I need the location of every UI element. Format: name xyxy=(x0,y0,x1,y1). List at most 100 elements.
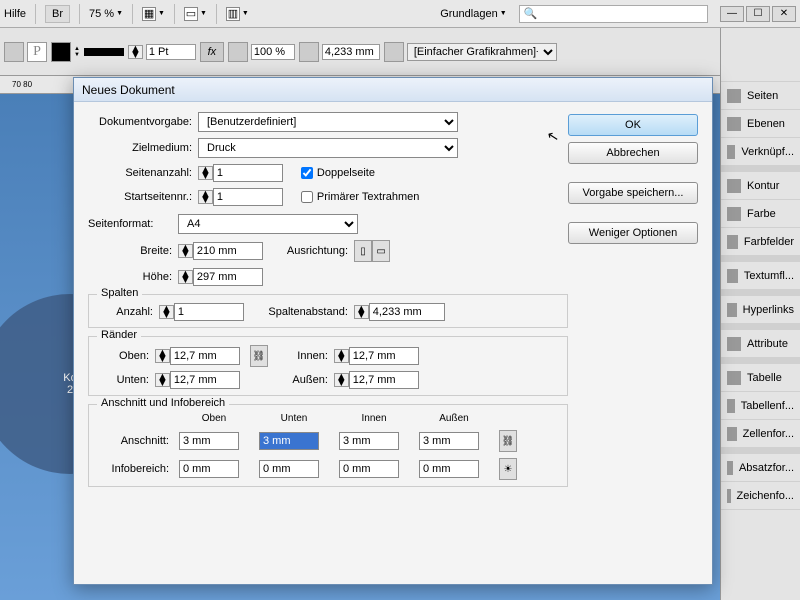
panel-verknuepf[interactable]: Verknüpf... xyxy=(721,138,800,166)
label-bleed-row: Anschnitt: xyxy=(99,435,169,447)
object-style-select[interactable]: [Einfacher Grafikrahmen]+ xyxy=(407,43,557,61)
width-spinner[interactable]: ▲▼ xyxy=(178,244,193,258)
search-input[interactable] xyxy=(537,7,703,21)
window-minimize[interactable]: — xyxy=(720,6,744,22)
label-start: Startseitennr.: xyxy=(88,191,198,203)
height-spinner[interactable]: ▲▼ xyxy=(178,270,193,284)
master-text-frame-checkbox[interactable] xyxy=(301,191,313,203)
bleed-top[interactable] xyxy=(179,432,239,450)
panel-hyperlinks[interactable]: Hyperlinks xyxy=(721,296,800,324)
gutter-input[interactable] xyxy=(369,303,445,321)
hdr-bottom: Unten xyxy=(259,413,329,424)
label-pages: Seitenanzahl: xyxy=(88,167,198,179)
label-width: Breite: xyxy=(128,245,178,257)
type-tool-icon[interactable]: P xyxy=(27,42,47,62)
count-spinner[interactable]: ▲▼ xyxy=(159,305,174,319)
view-options-1[interactable]: ▦▼ xyxy=(142,7,165,21)
table-icon xyxy=(727,371,741,385)
window-maximize[interactable]: ☐ xyxy=(746,6,770,22)
help-search[interactable]: 🔍 xyxy=(519,5,708,23)
measure-input[interactable] xyxy=(322,44,380,60)
panel-zeichenformate[interactable]: Zeichenfo... xyxy=(721,482,800,510)
bridge-button[interactable]: Br xyxy=(45,5,70,23)
width-input[interactable] xyxy=(193,242,263,260)
panel-farbfelder[interactable]: Farbfelder xyxy=(721,228,800,256)
panel-absatzformate[interactable]: Absatzfor... xyxy=(721,454,800,482)
panel-tabelle[interactable]: Tabelle xyxy=(721,364,800,392)
label-count: Anzahl: xyxy=(99,306,159,318)
page-size-select[interactable]: A4 xyxy=(178,214,358,234)
links-icon xyxy=(727,145,735,159)
bleed-inside[interactable] xyxy=(339,432,399,450)
swatches-icon xyxy=(727,235,738,249)
cell-styles-icon xyxy=(727,427,737,441)
textwrap-icon xyxy=(727,269,738,283)
slug-outside[interactable] xyxy=(419,460,479,478)
stroke-icon xyxy=(727,179,741,193)
panel-attribute[interactable]: Attribute xyxy=(721,330,800,358)
save-preset-button[interactable]: Vorgabe speichern... xyxy=(568,182,698,204)
slug-top[interactable] xyxy=(179,460,239,478)
help-menu[interactable]: Hilfe xyxy=(4,8,26,20)
stroke-style[interactable] xyxy=(84,48,124,56)
frame-icon[interactable] xyxy=(384,42,404,62)
stroke-weight[interactable] xyxy=(146,44,196,60)
dialog-title: Neues Dokument xyxy=(74,78,712,102)
bleed-link-icon[interactable]: ⛓ xyxy=(499,430,517,452)
label-inside: Innen: xyxy=(278,350,334,362)
margin-bottom-input[interactable] xyxy=(170,371,240,389)
label-orient: Ausrichtung: xyxy=(287,245,348,257)
panel-tabellenformate[interactable]: Tabellenf... xyxy=(721,392,800,420)
arrange-docs[interactable]: ▥▼ xyxy=(226,7,249,21)
label-outside: Außen: xyxy=(278,374,334,386)
bleed-bottom[interactable] xyxy=(259,432,319,450)
workspace-dropdown[interactable]: Grundlagen▼ xyxy=(440,8,506,20)
panel-zellenformate[interactable]: Zellenfor... xyxy=(721,420,800,448)
fx-icon[interactable]: fx xyxy=(200,42,224,62)
label-top: Oben: xyxy=(99,350,155,362)
fill-swatch[interactable] xyxy=(51,42,71,62)
orient-landscape[interactable]: ▭ xyxy=(372,240,390,262)
ok-button[interactable]: OK xyxy=(568,114,698,136)
mbot-spin[interactable]: ▲▼ xyxy=(155,373,170,387)
margin-outside-input[interactable] xyxy=(349,371,419,389)
percent-input[interactable] xyxy=(251,44,295,60)
start-input[interactable] xyxy=(213,188,283,206)
screen-mode[interactable]: ▭▼ xyxy=(184,7,207,21)
slug-bottom[interactable] xyxy=(259,460,319,478)
orient-portrait[interactable]: ▯ xyxy=(354,240,372,262)
bleed-outside[interactable] xyxy=(419,432,479,450)
cancel-button[interactable]: Abbrechen xyxy=(568,142,698,164)
window-close[interactable]: ✕ xyxy=(772,6,796,22)
intent-select[interactable]: Druck xyxy=(198,138,458,158)
slug-link-icon[interactable]: ☀ xyxy=(499,458,517,480)
measure-icon[interactable] xyxy=(299,42,319,62)
facing-pages-checkbox[interactable] xyxy=(301,167,313,179)
start-spinner[interactable]: ▲▼ xyxy=(198,190,213,204)
pages-input[interactable] xyxy=(213,164,283,182)
min-spin[interactable]: ▲▼ xyxy=(334,349,349,363)
panel-farbe[interactable]: Farbe xyxy=(721,200,800,228)
slug-inside[interactable] xyxy=(339,460,399,478)
gutter-spinner[interactable]: ▲▼ xyxy=(354,305,369,319)
margins-link-icon[interactable]: ⛓ xyxy=(250,345,268,367)
align-icon[interactable] xyxy=(228,42,248,62)
zoom-dropdown[interactable]: 75 %▼ xyxy=(89,8,123,20)
legend-margins: Ränder xyxy=(97,329,141,341)
panel-textumfluss[interactable]: Textumfl... xyxy=(721,262,800,290)
panel-kontur[interactable]: Kontur xyxy=(721,172,800,200)
columns-input[interactable] xyxy=(174,303,244,321)
height-input[interactable] xyxy=(193,268,263,286)
margin-top-input[interactable] xyxy=(170,347,240,365)
fewer-options-button[interactable]: Weniger Optionen xyxy=(568,222,698,244)
mtop-spin[interactable]: ▲▼ xyxy=(155,349,170,363)
new-document-dialog: Neues Dokument Dokumentvorgabe:[Benutzer… xyxy=(73,77,713,585)
pages-spinner[interactable]: ▲▼ xyxy=(198,166,213,180)
panel-ebenen[interactable]: Ebenen xyxy=(721,110,800,138)
margin-inside-input[interactable] xyxy=(349,347,419,365)
panel-seiten[interactable]: Seiten xyxy=(721,82,800,110)
mout-spin[interactable]: ▲▼ xyxy=(334,373,349,387)
preset-select[interactable]: [Benutzerdefiniert] xyxy=(198,112,458,132)
pages-icon xyxy=(727,89,741,103)
pointer-icon[interactable] xyxy=(4,42,24,62)
